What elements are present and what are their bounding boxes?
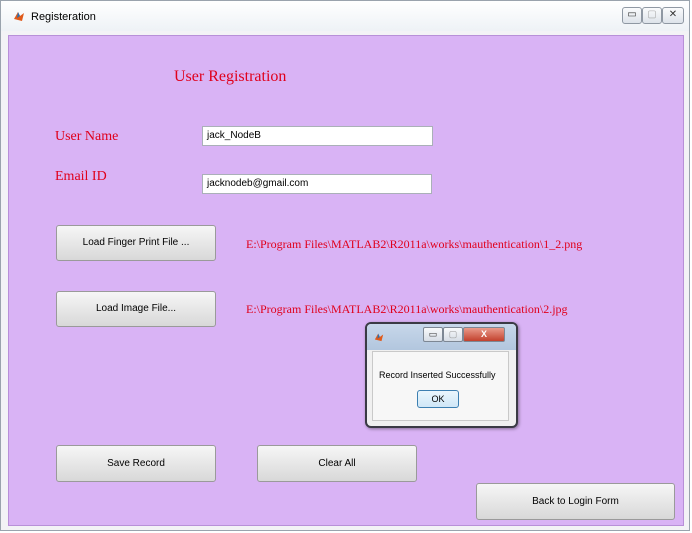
form-panel: User Registration User Name jack_NodeB E… xyxy=(8,35,684,526)
dialog-title-bar[interactable]: ▭ ▢ X xyxy=(367,324,516,350)
fingerprint-path: E:\Program Files\MATLAB2\R2011a\works\ma… xyxy=(246,237,583,251)
registration-window: Registeration ▭ ▢ ✕ User Registration Us… xyxy=(0,0,690,531)
window-title: Registeration xyxy=(31,11,96,23)
ok-button[interactable]: OK xyxy=(417,390,459,408)
minimize-button[interactable]: ▭ xyxy=(622,7,642,24)
load-image-button[interactable]: Load Image File... xyxy=(56,291,216,327)
dialog-minimize-button[interactable]: ▭ xyxy=(423,327,443,342)
email-field[interactable]: jacknodeb@gmail.com xyxy=(202,174,432,194)
matlab-icon xyxy=(374,333,384,342)
dialog-close-button[interactable]: X xyxy=(463,327,505,342)
page-title: User Registration xyxy=(174,68,287,85)
username-field[interactable]: jack_NodeB xyxy=(202,126,433,146)
save-record-button[interactable]: Save Record xyxy=(56,445,216,482)
dialog-body: Record Inserted Successfully OK xyxy=(372,351,509,421)
dialog-message: Record Inserted Successfully xyxy=(379,370,496,380)
image-path: E:\Program Files\MATLAB2\R2011a\works\ma… xyxy=(246,302,568,316)
matlab-icon xyxy=(14,12,24,21)
clear-all-button[interactable]: Clear All xyxy=(257,445,417,482)
dialog-maximize-button[interactable]: ▢ xyxy=(443,327,463,342)
email-label: Email ID xyxy=(55,169,107,184)
close-button[interactable]: ✕ xyxy=(662,7,684,24)
username-label: User Name xyxy=(55,129,119,144)
message-dialog: ▭ ▢ X Record Inserted Successfully OK xyxy=(365,322,518,428)
maximize-button[interactable]: ▢ xyxy=(642,7,662,24)
back-to-login-button[interactable]: Back to Login Form xyxy=(476,483,675,520)
title-bar[interactable]: Registeration ▭ ▢ ✕ xyxy=(1,1,689,31)
load-fingerprint-button[interactable]: Load Finger Print File ... xyxy=(56,225,216,261)
